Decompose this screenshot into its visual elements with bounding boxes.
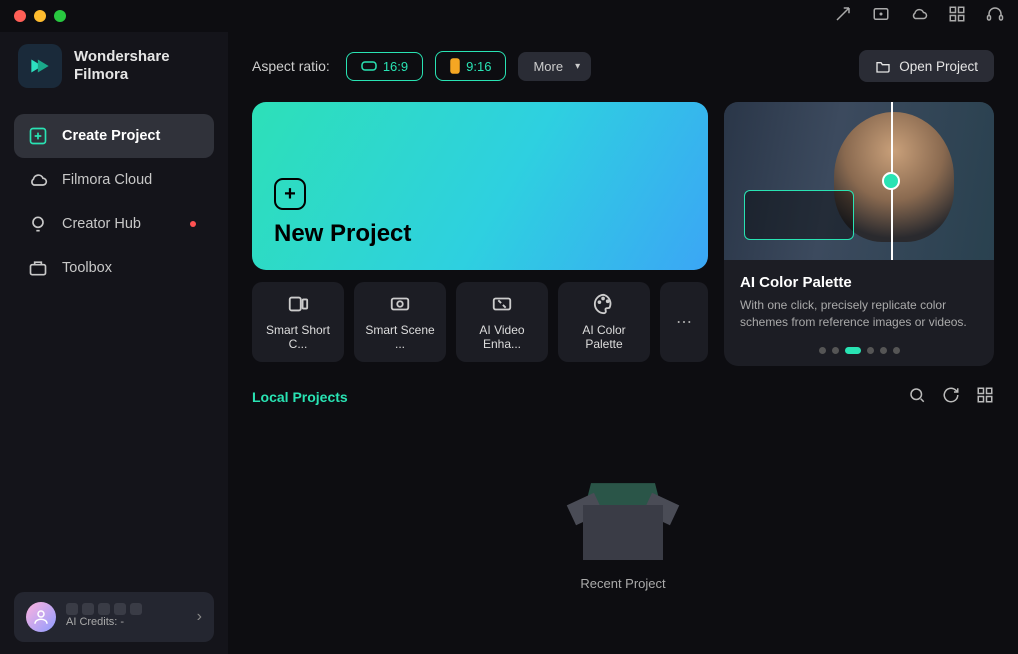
refresh-icon[interactable] [942, 386, 960, 409]
new-project-card[interactable]: + New Project [252, 102, 708, 270]
sidebar-item-label: Creator Hub [62, 216, 141, 232]
tool-smart-scene[interactable]: Smart Scene ... [354, 282, 446, 362]
aspect-ratio-label: Aspect ratio: [252, 58, 330, 74]
recent-project-label: Recent Project [580, 576, 665, 591]
sidebar-item-filmora-cloud[interactable]: Filmora Cloud [14, 158, 214, 202]
local-projects-label: Local Projects [252, 389, 348, 405]
chevron-right-icon: › [197, 608, 202, 626]
carousel-dots[interactable] [724, 343, 994, 366]
avatar [26, 602, 56, 632]
aspect-16-9-button[interactable]: 16:9 [346, 52, 423, 81]
aspect-more-button[interactable]: More ▾ [518, 52, 591, 81]
tool-smart-short[interactable]: Smart Short C... [252, 282, 344, 362]
tool-label: Smart Scene ... [360, 323, 440, 351]
aspect-9-16-label: 9:16 [466, 59, 491, 74]
aspect-16-9-label: 16:9 [383, 59, 408, 74]
tools-row: Smart Short C... Smart Scene ... AI Vide… [252, 282, 708, 362]
user-meta: AI Credits: - [66, 603, 187, 630]
feature-title: AI Color Palette [740, 274, 978, 291]
empty-state: Recent Project [252, 417, 994, 654]
notification-dot [190, 221, 196, 227]
feature-card[interactable]: AI Color Palette With one click, precise… [724, 102, 994, 366]
titlebar-actions [834, 5, 1004, 28]
user-card[interactable]: AI Credits: - › [14, 592, 214, 642]
tool-label: AI Video Enha... [462, 323, 542, 351]
sidebar-item-label: Filmora Cloud [62, 172, 152, 188]
brand-line2: Filmora [74, 66, 170, 84]
sidebar-item-label: Toolbox [62, 260, 112, 276]
feature-preview [724, 102, 994, 260]
support-icon[interactable] [986, 5, 1004, 28]
close-window-button[interactable] [14, 10, 26, 22]
cloud-icon[interactable] [910, 5, 928, 28]
plus-square-icon [28, 126, 48, 146]
chevron-down-icon: ▾ [575, 61, 580, 72]
aspect-ratio-row: Aspect ratio: 16:9 9:16 More ▾ Open Proj… [252, 50, 994, 82]
tools-more-button[interactable]: ⋯ [660, 282, 708, 362]
sidebar-item-label: Create Project [62, 128, 160, 144]
window-controls [14, 10, 66, 22]
logo-text: Wondershare Filmora [74, 48, 170, 84]
more-label: More [533, 59, 563, 74]
cloud-icon [28, 170, 48, 190]
main-content: Aspect ratio: 16:9 9:16 More ▾ Open Proj… [228, 32, 1018, 654]
new-project-label: New Project [274, 220, 686, 248]
logo-icon [18, 44, 62, 88]
search-icon[interactable] [908, 386, 926, 409]
apps-icon[interactable] [948, 5, 966, 28]
logo: Wondershare Filmora [14, 44, 214, 88]
aspect-9-16-button[interactable]: 9:16 [435, 51, 506, 81]
minimize-window-button[interactable] [34, 10, 46, 22]
open-project-label: Open Project [899, 59, 978, 74]
maximize-window-button[interactable] [54, 10, 66, 22]
open-project-button[interactable]: Open Project [859, 50, 994, 82]
toolbox-icon [28, 258, 48, 278]
titlebar [0, 0, 1018, 32]
tool-label: Smart Short C... [258, 323, 338, 351]
ai-credits-label: AI Credits: - [66, 615, 187, 630]
bulb-icon [28, 214, 48, 234]
sidebar-item-create-project[interactable]: Create Project [14, 114, 214, 158]
sidebar-item-toolbox[interactable]: Toolbox [14, 246, 214, 290]
plus-icon: + [274, 178, 306, 210]
brand-line1: Wondershare [74, 48, 170, 66]
sidebar-item-creator-hub[interactable]: Creator Hub [14, 202, 214, 246]
tool-ai-video-enhance[interactable]: AI Video Enha... [456, 282, 548, 362]
empty-box-icon [578, 480, 668, 560]
local-projects-header: Local Projects [252, 386, 994, 409]
message-icon[interactable] [872, 5, 890, 28]
tool-ai-color-palette[interactable]: AI Color Palette [558, 282, 650, 362]
feature-desc: With one click, precisely replicate colo… [740, 297, 978, 331]
sidebar: Wondershare Filmora Create Project Filmo… [0, 32, 228, 654]
notification-icon[interactable] [834, 5, 852, 28]
ellipsis-icon: ⋯ [676, 312, 692, 332]
tool-label: AI Color Palette [564, 323, 644, 351]
user-badges [66, 603, 187, 615]
grid-view-icon[interactable] [976, 386, 994, 409]
